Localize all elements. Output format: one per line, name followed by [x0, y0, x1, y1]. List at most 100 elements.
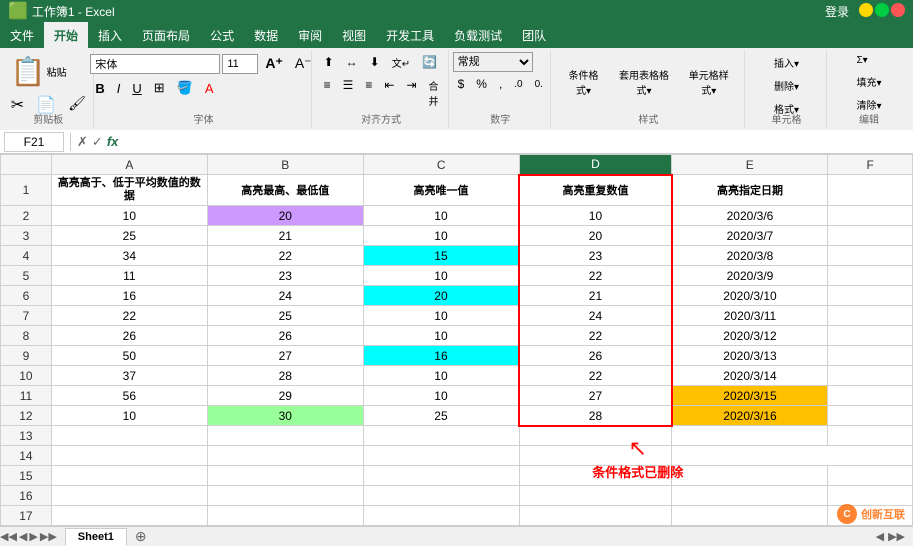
maximize-button[interactable]	[875, 3, 889, 17]
align-center-button[interactable]: ☰	[338, 75, 359, 111]
cut-button[interactable]: ✂	[6, 92, 29, 118]
cell-a16[interactable]	[51, 486, 207, 506]
cell-a12[interactable]: 10	[51, 406, 207, 426]
login-button[interactable]: 登录	[817, 3, 857, 20]
cell-d15[interactable]	[519, 466, 672, 486]
tab-formulas[interactable]: 公式	[200, 22, 244, 48]
indent-increase-button[interactable]: ⇥	[401, 75, 421, 111]
cell-d2[interactable]: 10	[519, 206, 672, 226]
cell-d16[interactable]	[519, 486, 672, 506]
cell-e3[interactable]: 2020/3/7	[672, 226, 828, 246]
scroll-left-icon[interactable]: ◀	[876, 530, 884, 543]
cell-f13[interactable]	[828, 426, 913, 446]
tab-view[interactable]: 视图	[332, 22, 376, 48]
cell-a9[interactable]: 50	[51, 346, 207, 366]
cell-d5[interactable]: 22	[519, 266, 672, 286]
cell-d1[interactable]: 高亮重复数值	[519, 175, 672, 206]
cell-a6[interactable]: 16	[51, 286, 207, 306]
cell-c11[interactable]: 10	[363, 386, 519, 406]
cell-f12[interactable]	[828, 406, 913, 426]
cell-a4[interactable]: 34	[51, 246, 207, 266]
tab-insert[interactable]: 插入	[88, 22, 132, 48]
cell-f2[interactable]	[828, 206, 913, 226]
cell-b3[interactable]: 21	[207, 226, 363, 246]
cell-c16[interactable]	[363, 486, 519, 506]
format-painter-button[interactable]: 🖌	[63, 92, 91, 118]
cell-b10[interactable]: 28	[207, 366, 363, 386]
formula-input[interactable]	[122, 135, 909, 149]
cell-e9[interactable]: 2020/3/13	[672, 346, 828, 366]
cell-e6[interactable]: 2020/3/10	[672, 286, 828, 306]
cell-a17[interactable]	[51, 506, 207, 526]
format-as-table-button[interactable]: 套用表格格式▾	[610, 64, 677, 100]
row-header-7[interactable]: 7	[1, 306, 52, 326]
align-bottom-button[interactable]: ⬇	[365, 52, 385, 73]
cell-e4[interactable]: 2020/3/8	[672, 246, 828, 266]
cell-styles-button[interactable]: 单元格样式▾	[680, 64, 738, 100]
align-right-button[interactable]: ≡	[360, 75, 377, 111]
font-color-button[interactable]: A	[200, 78, 219, 99]
insert-button[interactable]: 插入▾	[769, 52, 804, 73]
cell-f9[interactable]	[828, 346, 913, 366]
cell-a10[interactable]: 37	[51, 366, 207, 386]
cell-d12[interactable]: 28	[519, 406, 672, 426]
add-sheet-button[interactable]: ⊕	[127, 526, 155, 547]
cell-c1[interactable]: 高亮唯一值	[363, 175, 519, 206]
row-header-9[interactable]: 9	[1, 346, 52, 366]
cell-d7[interactable]: 24	[519, 306, 672, 326]
cell-a3[interactable]: 25	[51, 226, 207, 246]
sheet-nav-next[interactable]: ▶	[29, 530, 37, 543]
cell-c4[interactable]: 15	[363, 246, 519, 266]
cell-f8[interactable]	[828, 326, 913, 346]
sheet-tab-sheet1[interactable]: Sheet1	[65, 528, 127, 546]
tab-developer[interactable]: 开发工具	[376, 22, 444, 48]
cell-d13[interactable]	[519, 426, 672, 446]
cell-d10[interactable]: 22	[519, 366, 672, 386]
cell-e2[interactable]: 2020/3/6	[672, 206, 828, 226]
col-header-c[interactable]: C	[363, 155, 519, 175]
col-header-a[interactable]: A	[51, 155, 207, 175]
indent-decrease-button[interactable]: ⇤	[379, 75, 399, 111]
row-header-2[interactable]: 2	[1, 206, 52, 226]
col-header-b[interactable]: B	[207, 155, 363, 175]
cell-b11[interactable]: 29	[207, 386, 363, 406]
cell-e14[interactable]: ↙ 条件格式已删除	[672, 446, 913, 466]
currency-button[interactable]: $	[453, 74, 470, 94]
comma-button[interactable]: ,	[494, 74, 507, 94]
cell-b6[interactable]: 24	[207, 286, 363, 306]
row-header-17[interactable]: 17	[1, 506, 52, 526]
tab-loadtest[interactable]: 负载测试	[444, 22, 512, 48]
cell-b9[interactable]: 27	[207, 346, 363, 366]
cell-a1[interactable]: 高亮高于、低于平均数值的数据	[51, 175, 207, 206]
cell-e17[interactable]	[672, 506, 828, 526]
cell-e12[interactable]: 2020/3/16	[672, 406, 828, 426]
conditional-format-button[interactable]: 条件格式▾	[559, 64, 609, 100]
decimal-decrease-button[interactable]: 0.	[530, 76, 548, 93]
increase-font-button[interactable]: A⁺	[260, 52, 288, 75]
cell-a2[interactable]: 10	[51, 206, 207, 226]
cell-f3[interactable]	[828, 226, 913, 246]
row-header-4[interactable]: 4	[1, 246, 52, 266]
cell-b7[interactable]: 25	[207, 306, 363, 326]
cell-e8[interactable]: 2020/3/12	[672, 326, 828, 346]
orientation-button[interactable]: 🔄	[417, 52, 442, 73]
cell-f16[interactable]	[828, 486, 913, 506]
fill-color-button[interactable]: 🪣	[172, 77, 198, 99]
confirm-icon[interactable]: ✓	[92, 134, 103, 150]
merge-center-button[interactable]: 合并	[424, 75, 444, 111]
col-header-e[interactable]: E	[672, 155, 828, 175]
cell-c17[interactable]	[363, 506, 519, 526]
cell-a8[interactable]: 26	[51, 326, 207, 346]
cell-f10[interactable]	[828, 366, 913, 386]
cell-e7[interactable]: 2020/3/11	[672, 306, 828, 326]
delete-button[interactable]: 删除▾	[769, 75, 804, 96]
cell-f4[interactable]	[828, 246, 913, 266]
cell-b13[interactable]	[207, 426, 363, 446]
row-header-15[interactable]: 15	[1, 466, 52, 486]
cell-e11[interactable]: 2020/3/15	[672, 386, 828, 406]
paste-button[interactable]: 📋 粘贴	[6, 52, 72, 91]
cell-c2[interactable]: 10	[363, 206, 519, 226]
cell-b17[interactable]	[207, 506, 363, 526]
cancel-icon[interactable]: ✗	[77, 134, 88, 150]
cell-b2[interactable]: 20	[207, 206, 363, 226]
